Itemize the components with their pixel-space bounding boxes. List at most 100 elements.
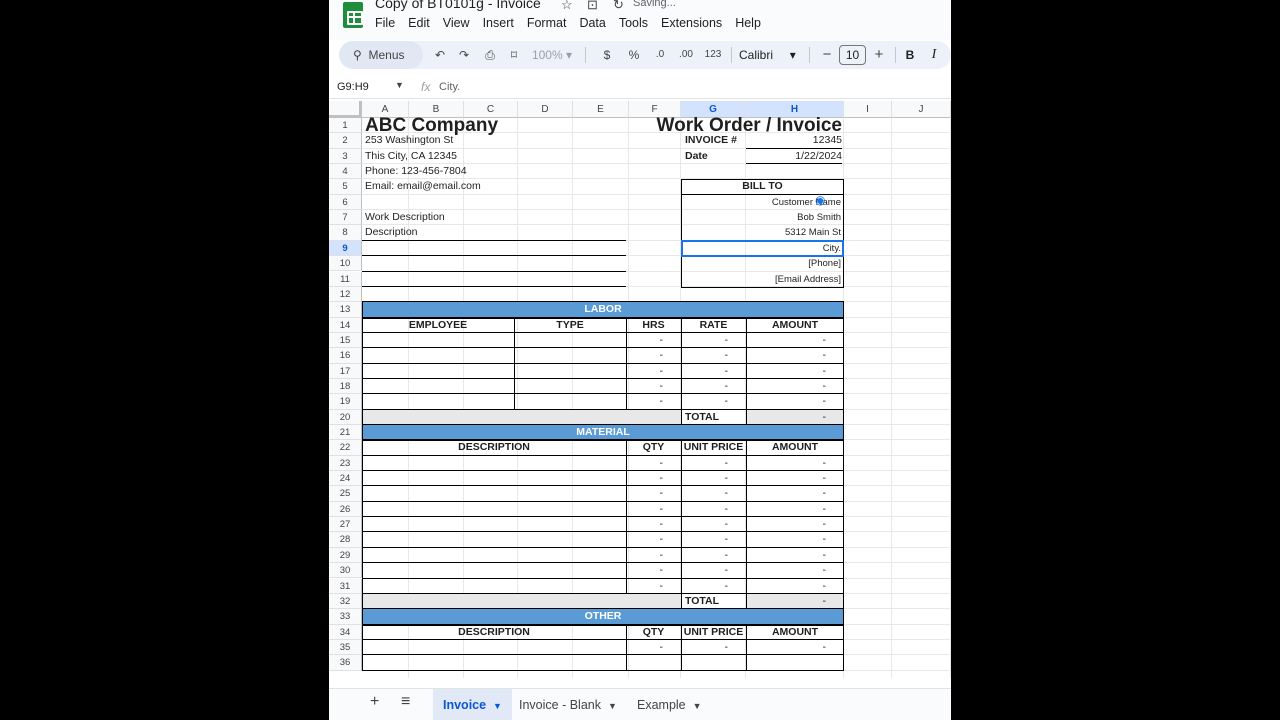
amount-cell[interactable]: - [681, 548, 729, 563]
amount-cell[interactable]: - [681, 348, 729, 363]
invoice-date[interactable]: 1/22/2024 [746, 149, 842, 164]
customer-contact[interactable]: Bob Smith [681, 210, 841, 225]
amount-cell[interactable]: - [626, 579, 664, 594]
redo-icon[interactable]: ↷ [453, 41, 475, 69]
amount-cell[interactable]: - [746, 640, 827, 655]
amount-cell[interactable]: - [626, 486, 664, 501]
amount-cell[interactable]: - [681, 394, 729, 409]
move-folder-icon[interactable]: ⊡ [587, 0, 598, 13]
amount-cell[interactable]: - [746, 548, 827, 563]
formula-input[interactable]: City. [439, 81, 460, 93]
amount-cell[interactable]: - [626, 502, 664, 517]
paint-format-icon[interactable]: ⌑ [503, 41, 525, 69]
row-header[interactable]: 14 [329, 317, 362, 333]
amount-cell[interactable]: - [626, 532, 664, 547]
row-header[interactable]: 7 [329, 210, 362, 226]
amount-cell[interactable]: - [681, 517, 729, 532]
row-header[interactable]: 18 [329, 378, 362, 395]
row-header[interactable]: 20 [329, 409, 362, 425]
row-header[interactable]: 29 [329, 547, 362, 564]
chevron-down-icon[interactable]: ▼ [395, 80, 404, 90]
number-format-button[interactable]: 123 [701, 41, 725, 69]
amount-cell[interactable]: - [746, 532, 827, 547]
row-header[interactable]: 9 [329, 240, 362, 257]
row-header[interactable]: 17 [329, 363, 362, 379]
menu-help[interactable]: Help [735, 16, 768, 30]
customer-phone[interactable]: [Phone] [681, 256, 841, 271]
amount-cell[interactable]: - [626, 333, 664, 348]
row-header[interactable]: 34 [329, 624, 362, 640]
menu-extensions[interactable]: Extensions [661, 16, 729, 30]
amount-cell[interactable]: - [681, 563, 729, 578]
menu-insert[interactable]: Insert [483, 16, 521, 30]
menu-edit[interactable]: Edit [408, 16, 437, 30]
font-size-input[interactable]: 10 [839, 45, 866, 65]
amount-cell[interactable]: - [746, 348, 827, 363]
sheets-logo-icon[interactable] [343, 2, 363, 28]
amount-cell[interactable]: - [746, 579, 827, 594]
undo-icon[interactable]: ↶ [429, 41, 451, 69]
increase-font-size-icon[interactable]: + [869, 41, 889, 69]
currency-format-button[interactable]: $ [597, 41, 617, 69]
row-header[interactable]: 5 [329, 179, 362, 195]
amount-cell[interactable]: - [746, 502, 827, 517]
percent-format-button[interactable]: % [623, 41, 645, 69]
bold-button[interactable]: B [899, 41, 921, 69]
row-header[interactable]: 24 [329, 471, 362, 487]
amount-cell[interactable]: - [626, 563, 664, 578]
decrease-font-size-icon[interactable]: − [817, 41, 837, 69]
menu-file[interactable]: File [375, 16, 402, 30]
customer-street[interactable]: 5312 Main St [681, 225, 841, 240]
zoom-select[interactable]: 100% ▾ [529, 41, 575, 69]
menu-format[interactable]: Format [527, 16, 574, 30]
row-header[interactable]: 12 [329, 286, 362, 303]
row-header[interactable]: 19 [329, 394, 362, 410]
amount-cell[interactable]: - [681, 640, 729, 655]
amount-cell[interactable]: - [746, 471, 827, 486]
row-header[interactable]: 21 [329, 425, 362, 441]
amount-cell[interactable]: - [746, 379, 827, 394]
sheet-tab-invoice-blank[interactable]: Invoice - Blank ▼ [509, 689, 627, 720]
amount-cell[interactable]: - [626, 394, 664, 409]
amount-cell[interactable]: - [681, 579, 729, 594]
menus-search-button[interactable]: ⚲ Menus [339, 41, 423, 69]
amount-cell[interactable]: - [626, 348, 664, 363]
column-header[interactable]: J [892, 101, 951, 118]
amount-cell[interactable]: - [746, 563, 827, 578]
selected-range[interactable] [681, 239, 844, 258]
amount-cell[interactable]: - [626, 517, 664, 532]
row-header[interactable]: 13 [329, 302, 362, 318]
amount-cell[interactable]: - [681, 379, 729, 394]
print-icon[interactable]: ⎙ [479, 41, 501, 69]
amount-cell[interactable]: - [626, 379, 664, 394]
name-box[interactable]: G9:H9 [337, 81, 369, 93]
row-header[interactable]: 1 [329, 118, 362, 134]
increase-decimal-button[interactable]: .00 [673, 41, 699, 69]
sheet-grid[interactable]: A B C D E F G H I J 1 2 3 4 5 6 7 8 9 10 11 12 13 14 15 16 17 18 19 2… [329, 101, 951, 678]
sheet-tab-example[interactable]: Example ▼ [627, 689, 712, 720]
row-header[interactable]: 4 [329, 164, 362, 180]
row-header[interactable]: 31 [329, 578, 362, 594]
column-header[interactable]: D [518, 101, 573, 118]
star-icon[interactable]: ☆ [561, 0, 573, 13]
amount-cell[interactable]: - [681, 456, 729, 471]
all-sheets-button[interactable]: ≡ [401, 693, 410, 711]
amount-cell[interactable]: - [626, 456, 664, 471]
amount-cell[interactable]: - [746, 486, 827, 501]
row-header[interactable]: 10 [329, 256, 362, 272]
amount-cell[interactable]: - [746, 394, 827, 409]
row-header[interactable]: 36 [329, 655, 362, 671]
italic-button[interactable]: I [923, 41, 945, 69]
row-header[interactable]: 3 [329, 148, 362, 165]
font-select[interactable]: Calibri ▾ [739, 41, 807, 69]
select-all-corner[interactable] [329, 101, 362, 118]
menu-tools[interactable]: Tools [619, 16, 655, 30]
row-header[interactable]: 8 [329, 225, 362, 241]
row-header[interactable]: 28 [329, 532, 362, 548]
customer-email[interactable]: [Email Address] [681, 272, 841, 287]
amount-cell[interactable]: - [681, 364, 729, 379]
row-header[interactable]: 32 [329, 593, 362, 610]
amount-cell[interactable]: - [681, 333, 729, 348]
sheet-tab-invoice[interactable]: Invoice ▼ [433, 689, 512, 720]
document-title[interactable]: Copy of BT0101g - Invoice [375, 0, 541, 11]
